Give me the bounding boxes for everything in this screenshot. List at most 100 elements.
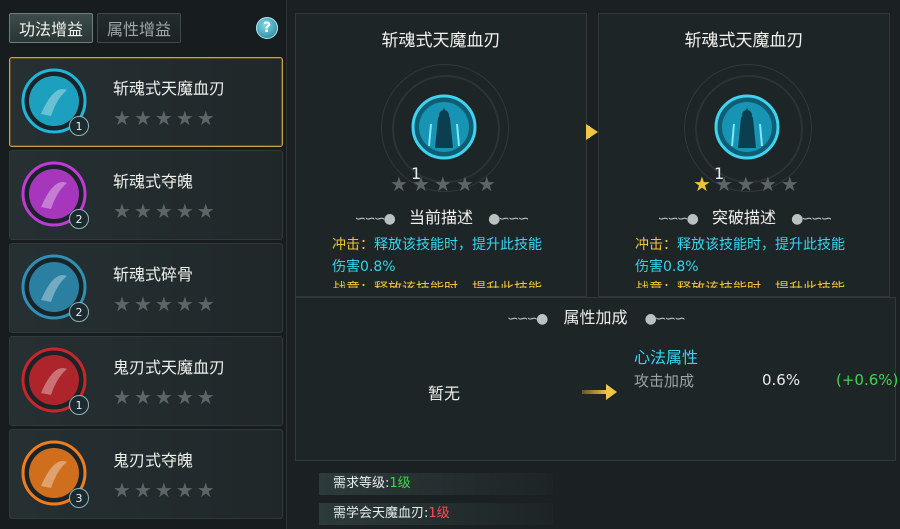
star-rating: ★ ★ ★ ★ ★ xyxy=(113,201,215,221)
star-icon: ★ xyxy=(455,172,474,196)
tab-bar: 功法增益 属性增益 xyxy=(9,13,181,43)
stat-delta: (+0.6%) xyxy=(836,371,899,389)
skill-name: 鬼刃式天魔血刃 xyxy=(113,358,226,377)
tab-attribute-bonus[interactable]: 属性增益 xyxy=(97,13,181,43)
skill-name: 斩魂式夺魄 xyxy=(113,172,194,191)
star-icon: ★ xyxy=(433,172,452,196)
skill-list-item[interactable]: 1 鬼刃式天魔血刃 ★ ★ ★ ★ ★ xyxy=(9,336,283,426)
breakthrough-skill-panel: 斩魂式天魔血刃 1 ★ ★ ★ ★ ★ ∽∽∽● 突破描述 ●∽∽∽ 冲击：释放该技能时… xyxy=(598,13,890,297)
star-icon: ★ xyxy=(477,172,496,196)
skill-level-badge: 2 xyxy=(69,209,89,229)
desc-line2: 伤害0.8% xyxy=(332,259,396,275)
star-rating: ★ ★ ★ ★ ★ xyxy=(113,108,215,128)
help-icon[interactable]: ? xyxy=(256,17,278,39)
desc-line2: 伤害0.8% xyxy=(635,259,699,275)
skill-list-item[interactable]: 2 斩魂式夺魄 ★ ★ ★ ★ ★ xyxy=(9,150,283,240)
current-skill-panel: 斩魂式天魔血刃 1 ★ ★ ★ ★ ★ ∽∽∽● 当前描述 ●∽∽∽ 冲击：释放该技能时… xyxy=(295,13,587,297)
skill-level-badge: 3 xyxy=(69,488,89,508)
skill-icon: 1 xyxy=(21,347,89,415)
star-icon: ★ xyxy=(154,478,173,502)
desc-key: 冲击： xyxy=(332,237,374,253)
skill-icon: 3 xyxy=(21,440,89,508)
star-icon: ★ xyxy=(113,478,131,502)
star-rating: ★ ★ ★ ★ ★ xyxy=(113,294,215,314)
star-icon: ★ xyxy=(133,292,152,316)
star-icon: ★ xyxy=(113,106,131,130)
skill-level-badge: 2 xyxy=(69,302,89,322)
current-star-rating: ★ ★ ★ ★ ★ xyxy=(390,174,496,194)
star-icon: ★ xyxy=(113,199,131,223)
star-icon: ★ xyxy=(133,385,152,409)
requirement-value: 1级 xyxy=(389,476,411,491)
warrior-icon xyxy=(714,94,780,160)
star-icon: ★ xyxy=(133,478,152,502)
current-attribute-value: 暂无 xyxy=(428,384,461,403)
attribute-arrow-icon xyxy=(606,384,617,400)
star-icon: ★ xyxy=(758,172,777,196)
breakthrough-skill-icon: 1 xyxy=(714,94,780,183)
desc-key: 冲击： xyxy=(635,237,677,253)
skill-list-item[interactable]: 1 斩魂式天魔血刃 ★ ★ ★ ★ ★ xyxy=(9,57,283,147)
desc-line1: 释放该技能时，提升此技能 xyxy=(677,237,845,253)
star-icon: ★ xyxy=(736,172,755,196)
breakthrough-description: 冲击：释放该技能时，提升此技能 伤害0.8% 战意：释放该技能时，提升此技能 xyxy=(635,234,885,288)
star-icon: ★ xyxy=(154,106,173,130)
desc-line3: 战意：释放该技能时，提升此技能 xyxy=(635,278,885,288)
desc-line1: 释放该技能时，提升此技能 xyxy=(374,237,542,253)
star-icon: ★ xyxy=(175,478,194,502)
requirement-value: 1级 xyxy=(428,506,450,521)
star-icon: ★ xyxy=(196,292,215,316)
skill-name: 鬼刃式夺魄 xyxy=(113,451,194,470)
upgrade-arrow-icon xyxy=(586,124,598,140)
skill-list-item[interactable]: 2 斩魂式碎骨 ★ ★ ★ ★ ★ xyxy=(9,243,283,333)
star-icon: ★ xyxy=(411,172,430,196)
star-rating: ★ ★ ★ ★ ★ xyxy=(113,387,215,407)
star-icon: ★ xyxy=(714,172,733,196)
ornament-left-icon: ∽∽∽● xyxy=(657,211,698,227)
desc-line3: 战意：释放该技能时，提升此技能 xyxy=(332,278,582,288)
star-icon: ★ xyxy=(780,172,799,196)
star-icon: ★ xyxy=(154,385,173,409)
star-icon: ★ xyxy=(133,106,152,130)
current-skill-icon: 1 xyxy=(411,94,477,183)
attribute-bonus-panel: ∽∽∽● 属性加成 ●∽∽∽ 暂无 心法属性 攻击加成 0.6% (+0.6%) xyxy=(295,297,899,461)
star-icon: ★ xyxy=(196,385,215,409)
ornament-right-icon: ●∽∽∽ xyxy=(791,211,832,227)
stat-name: 攻击加成 xyxy=(634,372,695,390)
star-icon: ★ xyxy=(133,199,152,223)
star-icon: ★ xyxy=(113,385,131,409)
section-divider: ∽∽∽● 当前描述 ●∽∽∽ xyxy=(296,204,586,228)
skill-name: 斩魂式天魔血刃 xyxy=(113,79,226,98)
skill-sidebar: 功法增益 属性增益 ? 1 斩魂式天魔血刃 ★ ★ ★ ★ ★ 2 斩魂式夺魄 ★ ★ ★ ★ ★ 2 斩魂式… xyxy=(0,0,287,529)
detail-area: 斩魂式天魔血刃 1 ★ ★ ★ ★ ★ ∽∽∽● 当前描述 ●∽∽∽ 冲击：释放该技能时… xyxy=(289,0,900,529)
ornament-right-icon: ●∽∽∽ xyxy=(644,311,686,327)
star-icon: ★ xyxy=(390,172,408,196)
ornament-left-icon: ∽∽∽● xyxy=(506,311,548,327)
ornament-right-icon: ●∽∽∽ xyxy=(488,211,529,227)
star-icon: ★ xyxy=(196,106,215,130)
star-icon: ★ xyxy=(196,199,215,223)
section-label: 当前描述 xyxy=(408,208,473,227)
requirement-label: 需学会天魔血刃: xyxy=(333,506,429,521)
tab-technique-bonus[interactable]: 功法增益 xyxy=(9,13,93,43)
requirement-skill: 需学会天魔血刃:1级 xyxy=(319,503,553,525)
attribute-category: 心法属性 xyxy=(634,348,699,367)
skill-icon: 2 xyxy=(21,161,89,229)
skill-name: 斩魂式碎骨 xyxy=(113,265,194,284)
star-icon: ★ xyxy=(154,199,173,223)
attribute-header: ∽∽∽● 属性加成 ●∽∽∽ xyxy=(296,304,895,328)
star-icon: ★ xyxy=(175,106,194,130)
star-icon: ★ xyxy=(175,385,194,409)
attribute-title: 属性加成 xyxy=(563,308,628,327)
skill-level-badge: 1 xyxy=(69,116,89,136)
star-icon: ★ xyxy=(113,292,131,316)
stat-value: 0.6% xyxy=(762,371,801,389)
skill-list-item[interactable]: 3 鬼刃式夺魄 ★ ★ ★ ★ ★ xyxy=(9,429,283,519)
current-skill-title: 斩魂式天魔血刃 xyxy=(381,31,501,51)
skill-icon: 1 xyxy=(21,68,89,136)
breakthrough-skill-title: 斩魂式天魔血刃 xyxy=(684,31,804,51)
skill-level-badge: 1 xyxy=(69,395,89,415)
section-divider: ∽∽∽● 突破描述 ●∽∽∽ xyxy=(599,204,889,228)
attribute-arrow-tail xyxy=(582,390,608,394)
star-icon: ★ xyxy=(693,172,711,196)
